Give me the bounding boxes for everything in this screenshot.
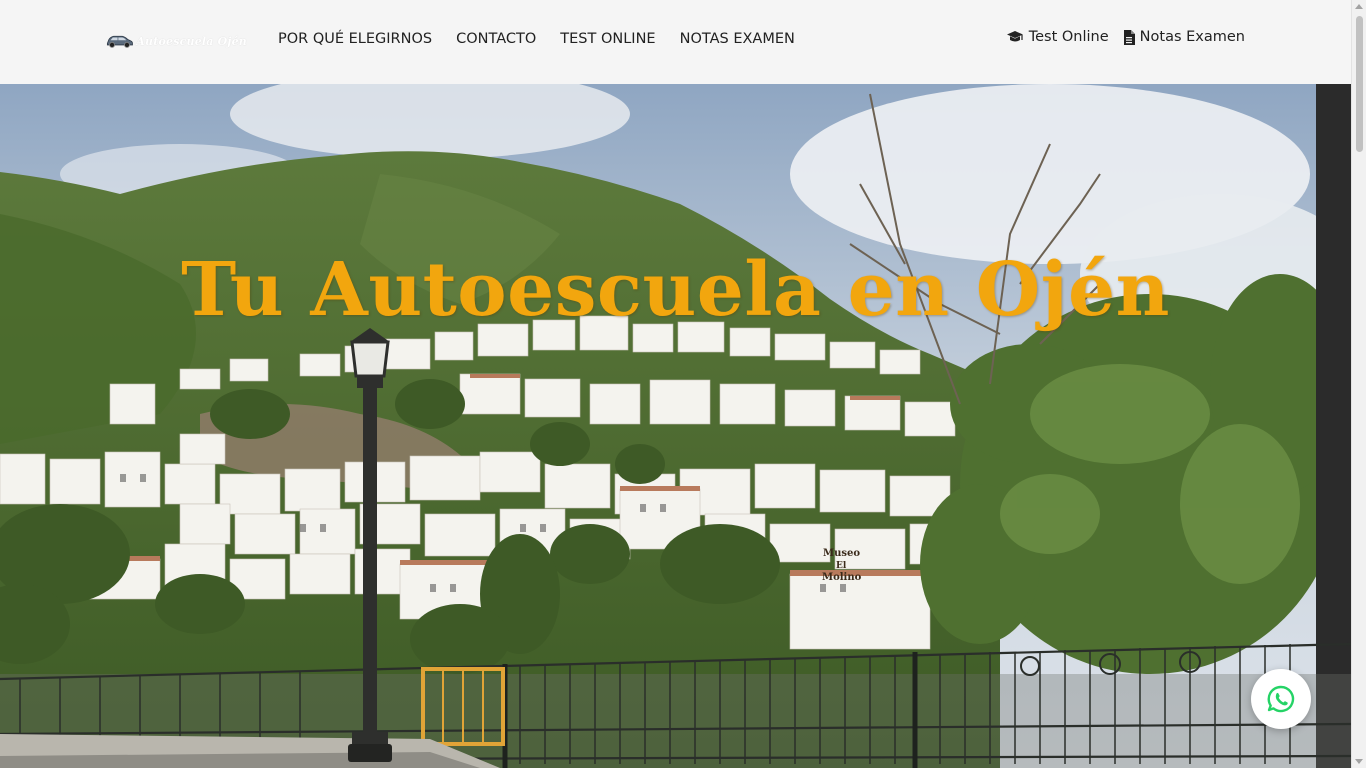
scroll-thumb[interactable]	[1356, 16, 1363, 152]
notas-examen-link-label: Notas Examen	[1139, 29, 1245, 45]
whatsapp-button[interactable]	[1251, 669, 1311, 729]
nav-por-que-elegirnos[interactable]: POR QUÉ ELEGIRNOS	[278, 31, 432, 47]
test-online-link[interactable]: Test Online	[1006, 29, 1109, 45]
graduation-cap-icon	[1006, 31, 1023, 42]
header-right-links: Test Online Notas Examen	[1006, 29, 1245, 45]
nav-test-online[interactable]: TEST ONLINE	[560, 31, 655, 47]
test-online-link-label: Test Online	[1028, 29, 1109, 45]
svg-text:El: El	[836, 561, 847, 571]
museo-sign-text: Museo	[823, 548, 860, 559]
hero-title: Tu Autoescuela en Ojén	[181, 247, 1170, 333]
page-scrollbar[interactable]	[1351, 0, 1366, 768]
hero-section: Museo El Molino Tu Autoescuela en Ojén	[0, 84, 1351, 768]
hero-background-photo: Museo El Molino	[0, 84, 1351, 768]
document-icon	[1123, 29, 1135, 45]
notas-examen-link[interactable]: Notas Examen	[1123, 29, 1245, 45]
nav-notas-examen[interactable]: NOTAS EXAMEN	[680, 31, 795, 47]
logo-text: Autoescuela Ojén	[136, 34, 247, 48]
car-logo-icon	[106, 35, 133, 48]
page: Autoescuela Ojén POR QUÉ ELEGIRNOS CONTA…	[0, 0, 1351, 768]
scroll-down-arrow-icon[interactable]	[1355, 759, 1363, 764]
nav-contacto[interactable]: CONTACTO	[456, 31, 536, 47]
scroll-up-arrow-icon[interactable]	[1355, 4, 1363, 9]
logo[interactable]: Autoescuela Ojén	[105, 30, 247, 52]
svg-text:Molino: Molino	[822, 572, 862, 583]
whatsapp-icon	[1267, 685, 1295, 713]
main-nav: POR QUÉ ELEGIRNOS CONTACTO TEST ONLINE N…	[278, 31, 795, 47]
site-header: Autoescuela Ojén POR QUÉ ELEGIRNOS CONTA…	[0, 0, 1351, 84]
